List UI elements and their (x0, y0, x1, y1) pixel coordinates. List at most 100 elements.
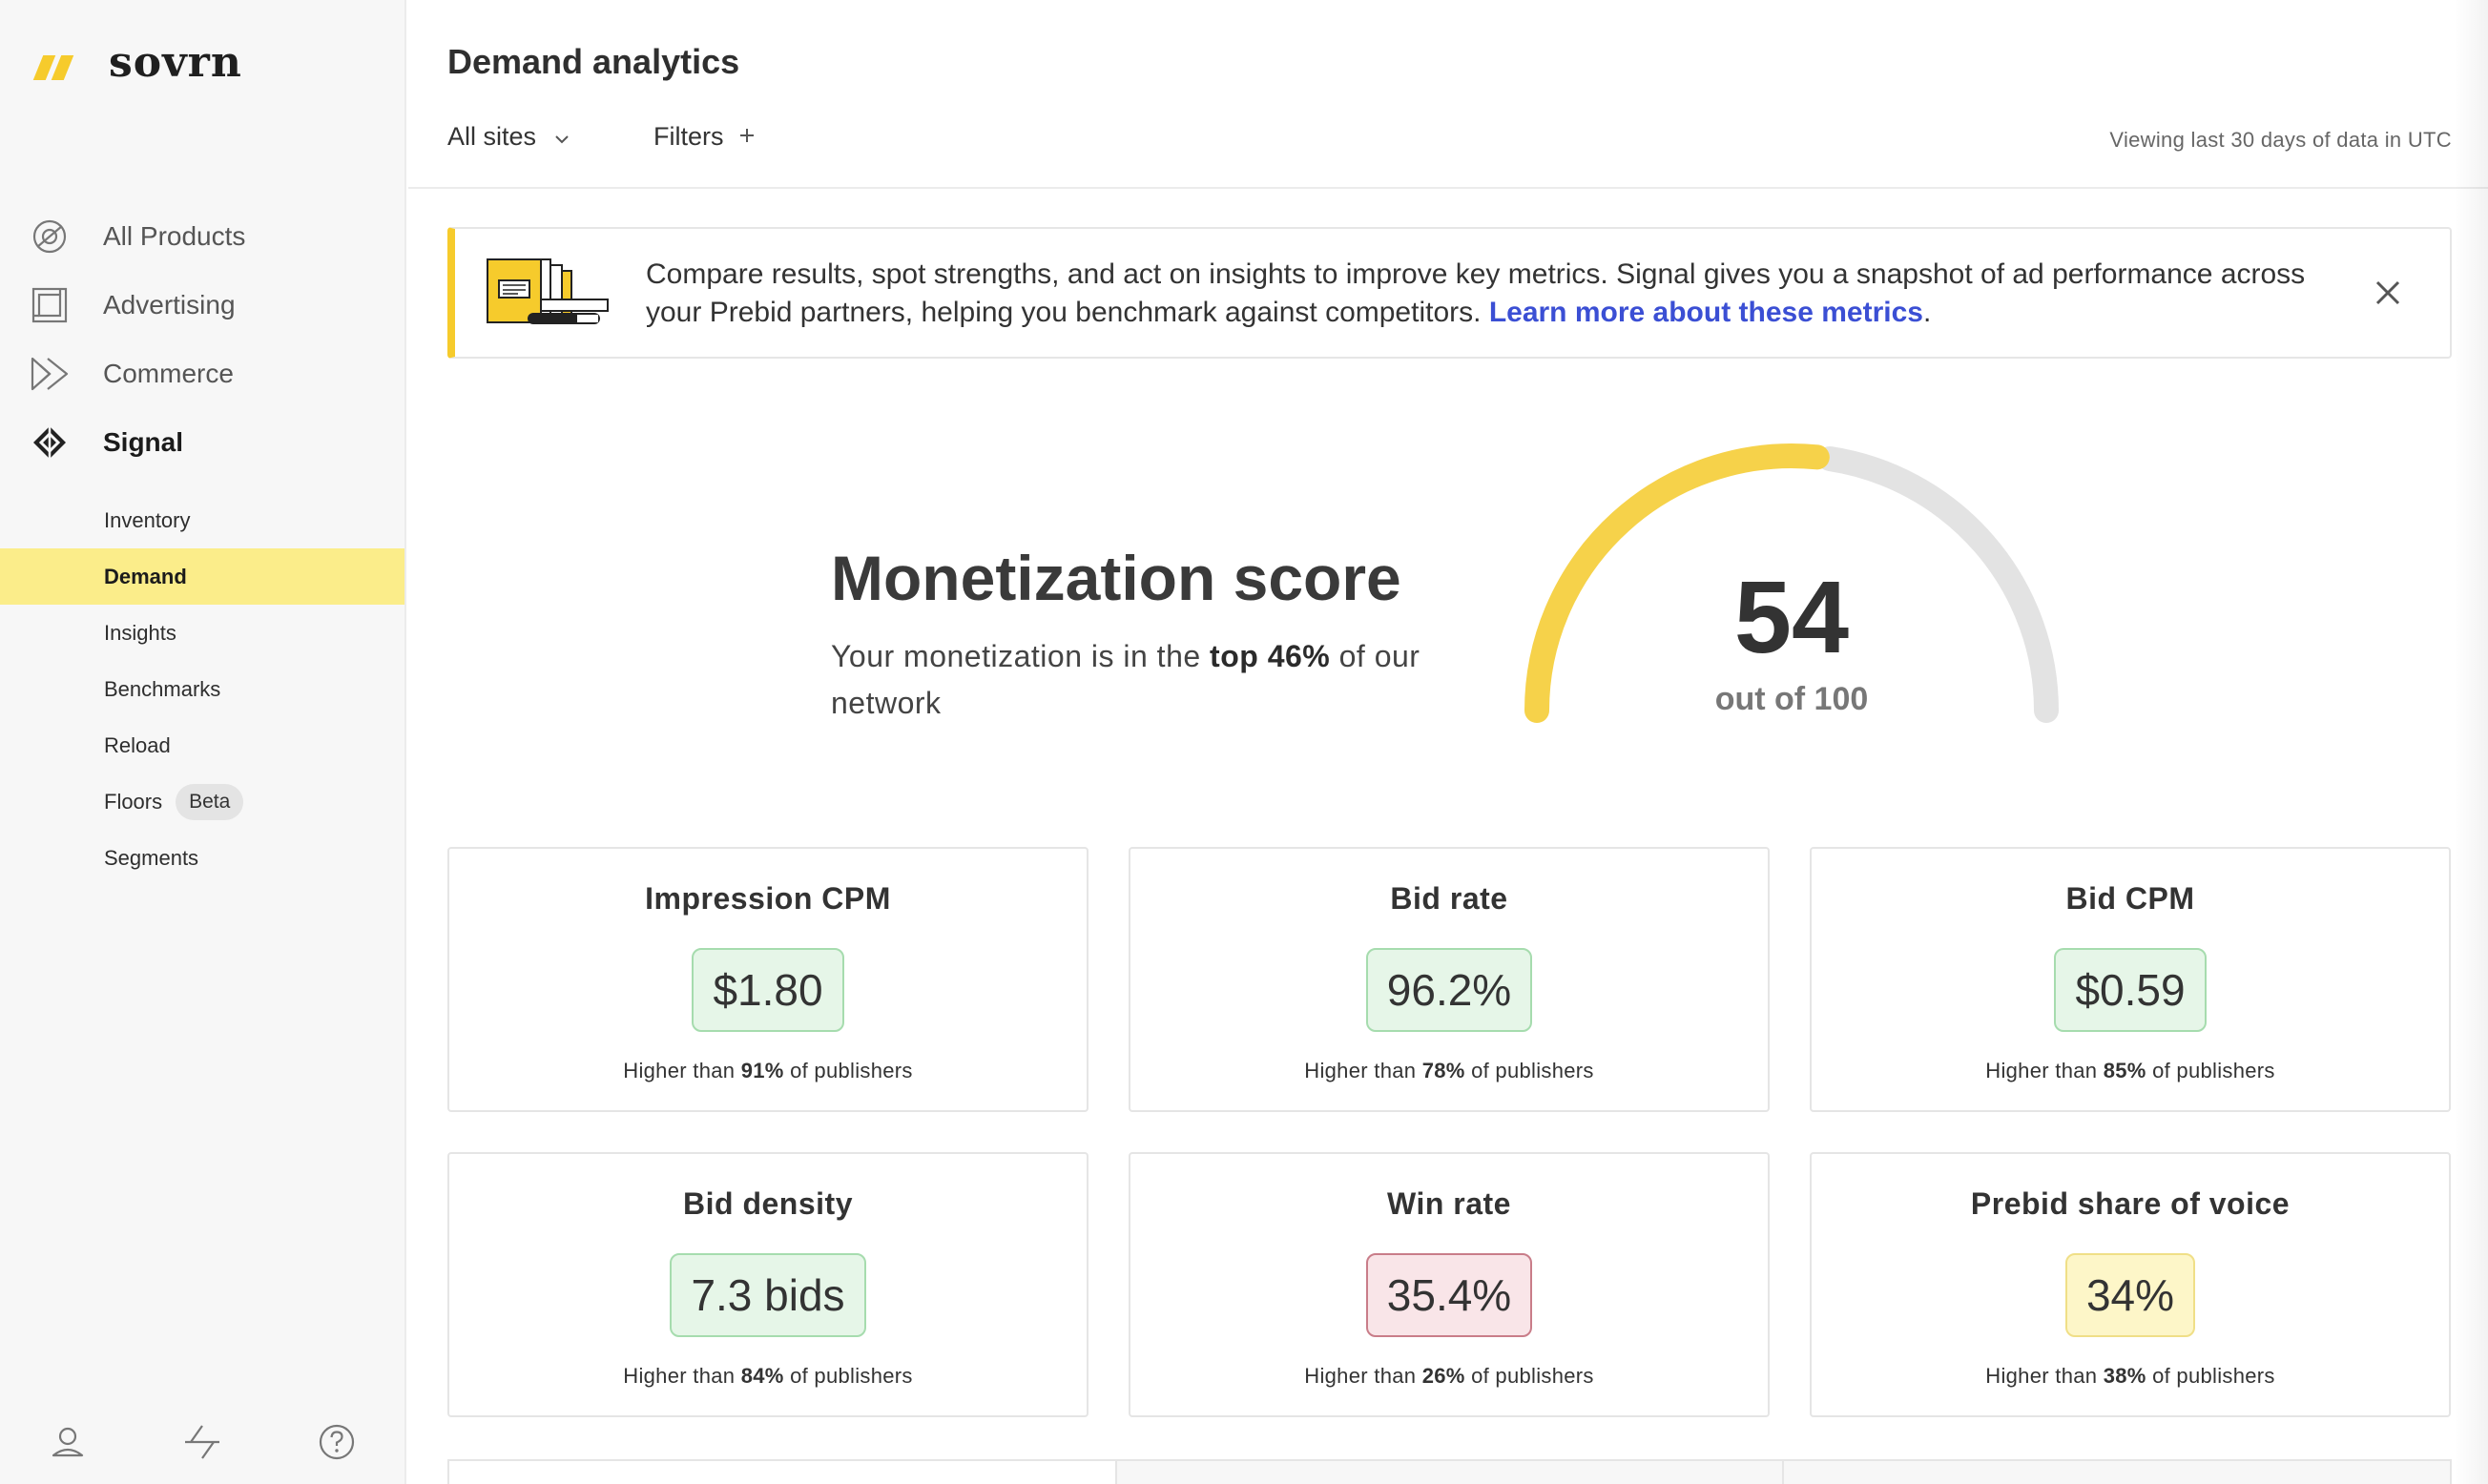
metric-value: $0.59 (2054, 948, 2207, 1032)
learn-more-link[interactable]: Learn more about these metrics (1489, 297, 1923, 328)
metric-foot-suffix: of publishers (1464, 1364, 1594, 1388)
bottom-tab[interactable] (1116, 1461, 1785, 1484)
banner-period: . (1922, 297, 1932, 328)
metric-percentile: Higher than 91% of publishers (449, 1059, 1087, 1083)
sites-select[interactable]: All sites (447, 122, 570, 152)
metric-percentile: Higher than 84% of publishers (449, 1364, 1087, 1389)
sidebar-item-label: Signal (103, 427, 184, 457)
metric-card-prebid-share-of-voice: Prebid share of voice 34% Higher than 38… (1810, 1152, 2451, 1417)
info-banner: Compare results, spot strengths, and act… (447, 227, 2452, 359)
metric-foot-pct: 26% (1421, 1364, 1465, 1388)
metric-title: Impression CPM (645, 881, 891, 916)
main-nav: All Products Advertising Commerce Signal (0, 202, 404, 477)
filters-button[interactable]: Filters (653, 122, 757, 152)
metric-cards: Impression CPM $1.80 Higher than 91% of … (447, 847, 2452, 1417)
metric-value: $1.80 (692, 948, 844, 1032)
metric-foot-prefix: Higher than (623, 1364, 741, 1388)
sidebar-item-label: All Products (103, 221, 246, 251)
user-icon[interactable] (0, 1423, 135, 1461)
sites-select-value: All sites (447, 122, 537, 151)
metric-card-bid-density: Bid density 7.3 bids Higher than 84% of … (447, 1152, 1088, 1417)
metric-card-bid-cpm: Bid CPM $0.59 Higher than 85% of publish… (1810, 847, 2451, 1112)
chevron-down-icon (553, 122, 570, 152)
scroll-edge-shadow (2454, 0, 2488, 1484)
subnav-item-benchmarks[interactable]: Benchmarks (0, 661, 404, 717)
main-content: Demand analytics All sites Filters Viewi… (408, 0, 2488, 1484)
metric-foot-pct: 91% (740, 1059, 784, 1082)
metric-card-bid-rate: Bid rate 96.2% Higher than 78% of publis… (1129, 847, 1770, 1112)
metric-foot-prefix: Higher than (1985, 1059, 2104, 1082)
sidebar-footer (0, 1423, 404, 1461)
metric-title: Bid rate (1390, 881, 1508, 916)
score-desc-prefix: Your monetization is in the (831, 639, 1211, 673)
logo-wordmark: sovrn (109, 38, 242, 87)
date-range-note: Viewing last 30 days of data in UTC (2109, 128, 2452, 152)
banner-text: Compare results, spot strengths, and act… (646, 258, 2306, 328)
plus-icon (737, 122, 757, 152)
sidebar-item-label: Commerce (103, 359, 234, 388)
sidebar-item-signal[interactable]: Signal (0, 408, 404, 477)
page-title: Demand analytics (447, 42, 740, 81)
subnav-item-insights[interactable]: Insights (0, 605, 404, 661)
filters-label: Filters (653, 122, 724, 151)
metric-foot-suffix: of publishers (783, 1364, 913, 1388)
books-illustration-icon (486, 256, 610, 337)
help-icon[interactable] (270, 1423, 404, 1461)
subnav-item-segments[interactable]: Segments (0, 830, 404, 886)
close-icon[interactable] (2372, 277, 2404, 309)
metric-percentile: Higher than 78% of publishers (1130, 1059, 1768, 1083)
metric-foot-prefix: Higher than (1304, 1059, 1422, 1082)
metric-value: 7.3 bids (670, 1253, 866, 1337)
sidebar-item-advertising[interactable]: Advertising (0, 271, 404, 340)
metric-foot-suffix: of publishers (2146, 1059, 2275, 1082)
metric-foot-pct: 84% (740, 1364, 784, 1388)
signal-diamond-icon (31, 423, 69, 462)
subnav-item-label: Floors (104, 789, 163, 814)
header-divider (408, 187, 2488, 189)
bottom-tab[interactable] (449, 1461, 1117, 1484)
activity-icon[interactable] (135, 1423, 269, 1461)
metric-card-impression-cpm: Impression CPM $1.80 Higher than 91% of … (447, 847, 1088, 1112)
fast-forward-icon (31, 355, 69, 393)
subnav-item-floors[interactable]: Floors Beta (0, 773, 404, 830)
metric-title: Win rate (1387, 1186, 1511, 1221)
sidebar-item-label: Advertising (103, 290, 236, 319)
metric-value: 96.2% (1365, 948, 1533, 1032)
banner-message: Compare results, spot strengths, and act… (646, 256, 2344, 332)
metric-value: 34% (2064, 1253, 2196, 1337)
subnav-item-inventory[interactable]: Inventory (0, 492, 404, 548)
metric-foot-pct: 85% (2103, 1059, 2146, 1082)
metric-foot-suffix: of publishers (783, 1059, 913, 1082)
metric-foot-pct: 78% (1421, 1059, 1465, 1082)
metric-percentile: Higher than 38% of publishers (1812, 1364, 2449, 1389)
metric-value: 35.4% (1365, 1253, 1533, 1337)
monetization-score-heading: Monetization score (831, 543, 1401, 613)
metric-foot-suffix: of publishers (2146, 1364, 2275, 1388)
metric-percentile: Higher than 26% of publishers (1130, 1364, 1768, 1389)
metric-foot-suffix: of publishers (1464, 1059, 1594, 1082)
sidebar-item-all-products[interactable]: All Products (0, 202, 404, 271)
signal-subnav: Inventory Demand Insights Benchmarks Rel… (0, 492, 404, 886)
sovrn-logo-mark-icon (32, 48, 74, 80)
sidebar-item-commerce[interactable]: Commerce (0, 340, 404, 408)
bottom-tabs-strip (447, 1459, 2452, 1484)
metric-foot-prefix: Higher than (1304, 1364, 1422, 1388)
subnav-item-reload[interactable]: Reload (0, 717, 404, 773)
metric-title: Bid density (683, 1186, 853, 1221)
score-max-label: out of 100 (1714, 681, 1869, 717)
metric-percentile: Higher than 85% of publishers (1812, 1059, 2449, 1083)
score-value: 54 (1733, 559, 1850, 674)
metric-title: Bid CPM (2065, 881, 2195, 916)
metric-foot-prefix: Higher than (623, 1059, 741, 1082)
metric-foot-pct: 38% (2103, 1364, 2146, 1388)
metric-foot-prefix: Higher than (1985, 1364, 2104, 1388)
monetization-score-description: Your monetization is in the top 46% of o… (831, 633, 1422, 727)
subnav-item-demand[interactable]: Demand (0, 548, 404, 605)
layout-frame-icon (31, 286, 69, 324)
sovrn-logo[interactable]: sovrn (32, 38, 242, 87)
orbit-icon (31, 217, 69, 256)
beta-badge: Beta (176, 783, 244, 820)
score-desc-bold: top 46% (1210, 639, 1331, 673)
metric-title: Prebid share of voice (1970, 1186, 2291, 1221)
bottom-tab[interactable] (1784, 1461, 2451, 1484)
